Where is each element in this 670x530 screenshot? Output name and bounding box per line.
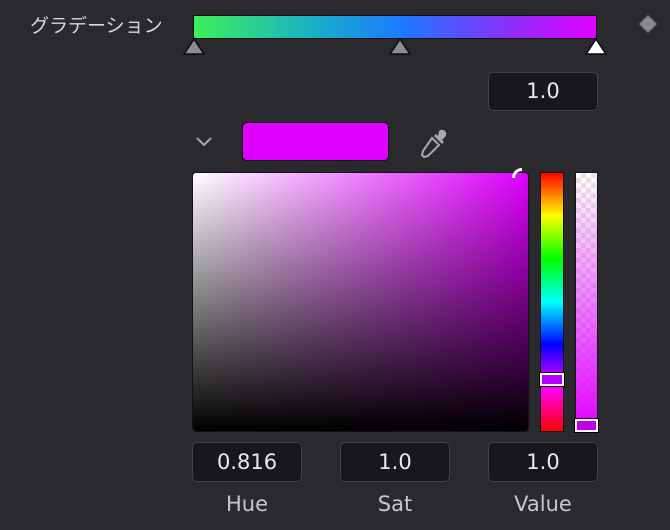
stop-position-field[interactable]: 1.0 — [488, 72, 598, 111]
gradient-stop-end-selected[interactable] — [585, 38, 607, 56]
gradient-stop-start[interactable] — [183, 38, 205, 56]
value-slider-handle[interactable] — [574, 418, 599, 433]
eyedropper-icon[interactable] — [417, 126, 451, 160]
gradient-stop-mid[interactable] — [389, 38, 411, 56]
color-swatch[interactable] — [242, 122, 389, 161]
value-field[interactable]: 1.0 — [488, 442, 598, 482]
gradient-label: グラデーション — [30, 15, 163, 37]
hue-label: Hue — [225, 492, 269, 516]
value-label: Value — [514, 492, 572, 516]
hue-field[interactable]: 0.816 — [192, 442, 302, 482]
hue-slider[interactable] — [540, 172, 564, 432]
value-slider[interactable] — [575, 172, 598, 432]
hue-slider-handle[interactable] — [539, 372, 565, 387]
sat-field[interactable]: 1.0 — [340, 442, 450, 482]
keyframe-diamond-icon[interactable] — [638, 14, 658, 34]
gradient-bar[interactable] — [193, 15, 597, 39]
sat-label: Sat — [377, 492, 413, 516]
saturation-value-square[interactable] — [192, 172, 529, 432]
chevron-down-icon[interactable] — [193, 130, 215, 152]
